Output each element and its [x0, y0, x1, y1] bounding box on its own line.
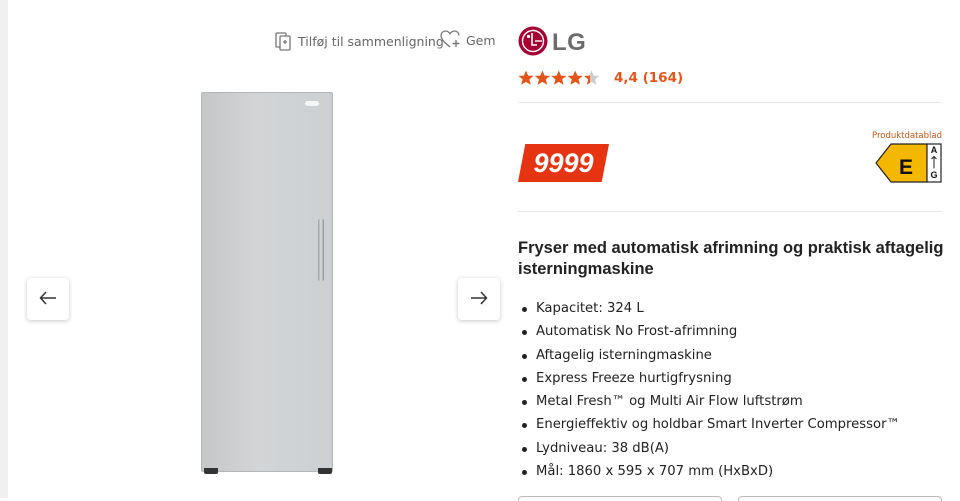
brand-logo[interactable]: LG	[518, 26, 586, 60]
variant-button[interactable]	[738, 496, 942, 501]
product-title: Fryser med automatisk afrimning og prakt…	[518, 239, 944, 278]
divider	[518, 102, 942, 103]
energy-grade: E	[899, 156, 914, 179]
list-item: Lydniveau: 38 dB(A)	[518, 437, 900, 460]
list-item: Kapacitet: 324 L	[518, 297, 900, 320]
list-item: Mål: 1860 x 595 x 707 mm (HxBxD)	[518, 460, 900, 483]
list-item: Aftagelig isterningmaskine	[518, 344, 900, 367]
previous-image-button[interactable]	[27, 278, 69, 320]
brand-name: LG	[552, 29, 587, 56]
next-image-button[interactable]	[458, 278, 500, 320]
heart-plus-icon	[440, 30, 462, 50]
star-rating-icon	[518, 70, 600, 86]
list-item: Automatisk No Frost-afrimning	[518, 320, 900, 343]
page-left-edge	[0, 0, 8, 498]
rating[interactable]: 4,4 (164)	[518, 70, 683, 86]
energy-scale: A G	[930, 145, 938, 180]
divider	[518, 211, 942, 212]
fridge-handle	[318, 219, 324, 281]
list-item: Express Freeze hurtigfrysning	[518, 367, 900, 390]
feature-list: Kapacitet: 324 L Automatisk No Frost-afr…	[518, 297, 900, 483]
list-item: Energieffektiv og holdbar Smart Inverter…	[518, 413, 900, 436]
save-button[interactable]: Gem	[440, 30, 496, 50]
price: 9999	[533, 148, 594, 178]
variant-button[interactable]	[518, 496, 722, 501]
arrow-left-icon	[39, 290, 57, 309]
arrow-right-icon	[470, 290, 488, 309]
freezer-product-image[interactable]	[201, 92, 333, 472]
product-gallery: Tilføj til sammenligning Gem	[8, 0, 500, 498]
save-label: Gem	[466, 32, 496, 48]
compare-label: Tilføj til sammenligning	[298, 33, 444, 49]
product-info: LG 4,4 (164) 9999 Produktdatablad E A G …	[518, 0, 943, 501]
rating-text: 4,4 (164)	[614, 70, 684, 86]
fridge-brand-mark	[305, 101, 319, 106]
energy-label-badge[interactable]: E A G	[875, 143, 942, 183]
lg-logo-icon	[518, 26, 548, 60]
add-to-compare-button[interactable]: Tilføj til sammenligning	[274, 30, 444, 52]
list-item: Metal Fresh™ og Multi Air Flow luftstrøm	[518, 390, 900, 413]
product-datasheet-link[interactable]: Produktdatablad	[872, 131, 942, 141]
fridge-feet	[204, 468, 332, 474]
price-badge: 9999	[518, 144, 609, 182]
compare-icon	[274, 30, 294, 52]
